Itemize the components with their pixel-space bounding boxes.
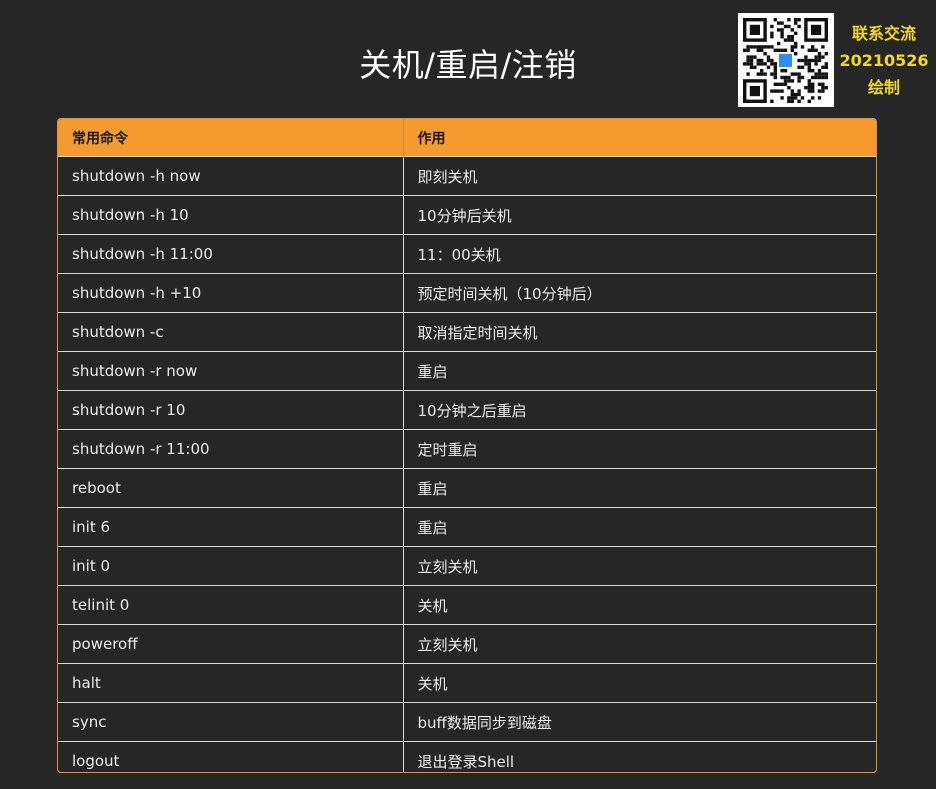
table-header-row: 常用命令 作用	[58, 119, 876, 157]
command-cell: poweroff	[58, 624, 403, 664]
table-row: logout 退出登录Shell	[58, 741, 876, 772]
purpose-cell: 10分钟后关机	[402, 195, 876, 235]
purpose-cell: 取消指定时间关机	[402, 312, 876, 352]
purpose-cell: 重启	[402, 351, 876, 391]
purpose-cell: 立刻关机	[402, 624, 876, 664]
command-cell: shutdown -r now	[58, 351, 403, 391]
purpose-cell: 10分钟之后重启	[402, 390, 876, 430]
purpose-cell: 即刻关机	[402, 156, 876, 196]
purpose-cell: 退出登录Shell	[402, 741, 876, 772]
table-row: telinit 0 关机	[58, 585, 876, 625]
command-cell: init 6	[58, 507, 403, 547]
command-cell: shutdown -h 10	[58, 195, 403, 235]
table-row: shutdown -c 取消指定时间关机	[58, 312, 876, 352]
command-cell: logout	[58, 741, 403, 772]
purpose-cell: 立刻关机	[402, 546, 876, 586]
table-row: shutdown -h +10 预定时间关机（10分钟后）	[58, 273, 876, 313]
qr-code-icon	[738, 13, 834, 107]
page: 关机/重启/注销 联系交流 20210526 绘制 常用命令 作用 shutdo…	[0, 0, 936, 789]
table-row: shutdown -h 11:00 11：00关机	[58, 234, 876, 274]
table-row: init 0 立刻关机	[58, 546, 876, 586]
header-command: 常用命令	[58, 119, 403, 157]
table-row: sync buff数据同步到磁盘	[58, 702, 876, 742]
table-row: shutdown -r now 重启	[58, 351, 876, 391]
contact-date: 20210526	[839, 51, 929, 70]
table-row: poweroff 立刻关机	[58, 624, 876, 664]
table-row: init 6 重启	[58, 507, 876, 547]
contact-line-1: 联系交流	[851, 24, 916, 43]
purpose-cell: 11：00关机	[402, 234, 876, 274]
purpose-cell: 预定时间关机（10分钟后）	[402, 273, 876, 313]
command-cell: shutdown -r 11:00	[58, 429, 403, 469]
table-row: halt 关机	[58, 663, 876, 703]
command-cell: halt	[58, 663, 403, 703]
table-row: shutdown -r 10 10分钟之后重启	[58, 390, 876, 430]
command-cell: init 0	[58, 546, 403, 586]
command-table: 常用命令 作用 shutdown -h now 即刻关机 shutdown -h 1…	[57, 118, 877, 773]
purpose-cell: buff数据同步到磁盘	[402, 702, 876, 742]
purpose-cell: 关机	[402, 663, 876, 703]
contact-line-3: 绘制	[867, 78, 900, 97]
purpose-cell: 重启	[402, 468, 876, 508]
purpose-cell: 关机	[402, 585, 876, 625]
command-cell: shutdown -h now	[58, 156, 403, 196]
command-cell: reboot	[58, 468, 403, 508]
table-row: reboot 重启	[58, 468, 876, 508]
purpose-cell: 定时重启	[402, 429, 876, 469]
command-cell: telinit 0	[58, 585, 403, 625]
command-cell: shutdown -c	[58, 312, 403, 352]
table-row: shutdown -h 10 10分钟后关机	[58, 195, 876, 235]
command-cell: shutdown -h 11:00	[58, 234, 403, 274]
table-row: shutdown -h now 即刻关机	[58, 156, 876, 196]
command-cell: shutdown -h +10	[58, 273, 403, 313]
purpose-cell: 重启	[402, 507, 876, 547]
table-row: shutdown -r 11:00 定时重启	[58, 429, 876, 469]
contact-note: 联系交流 20210526 绘制	[838, 20, 930, 101]
header-purpose: 作用	[402, 119, 876, 157]
command-cell: sync	[58, 702, 403, 742]
command-cell: shutdown -r 10	[58, 390, 403, 430]
